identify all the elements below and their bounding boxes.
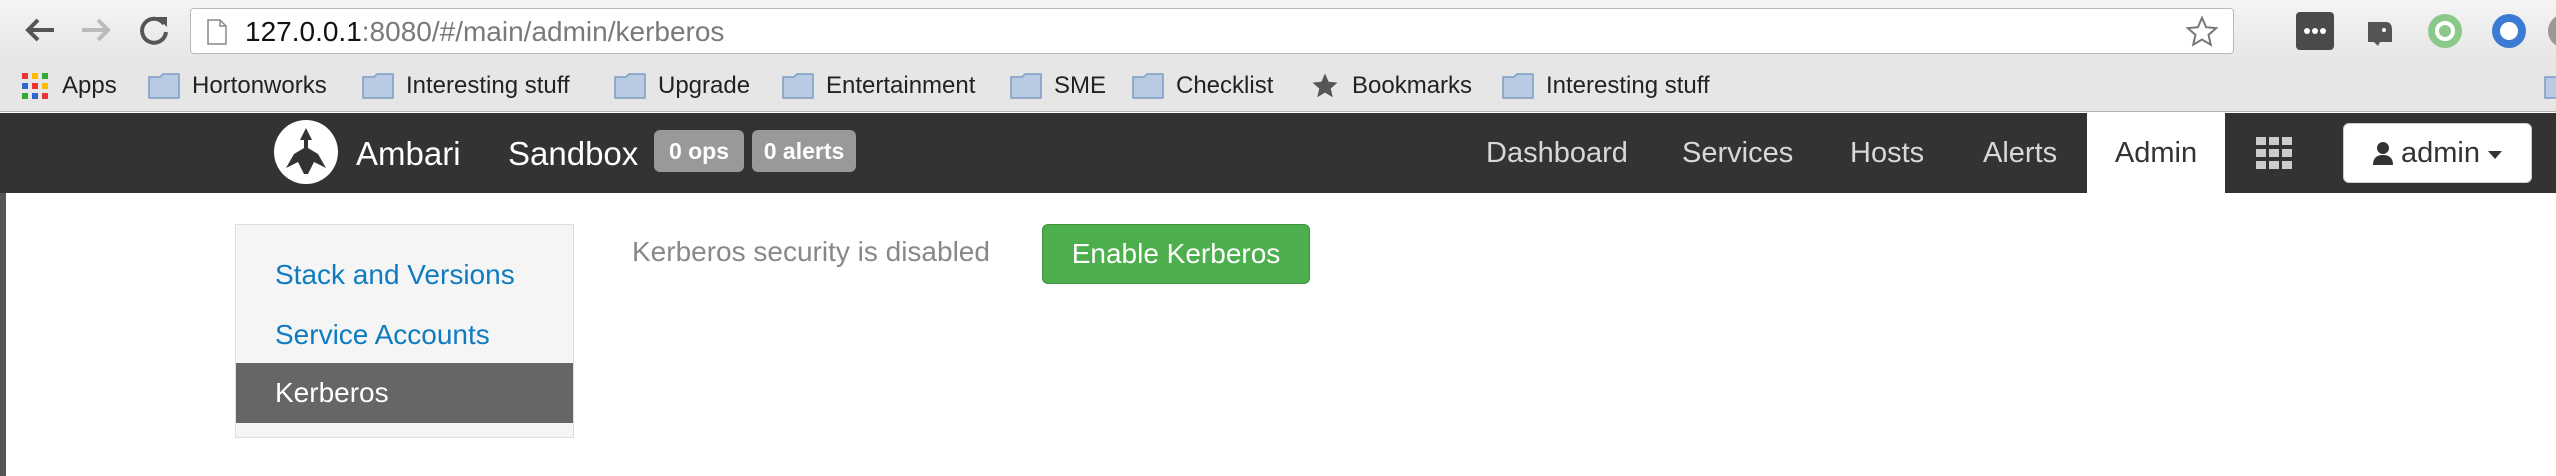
bookmark-apps[interactable]: Apps	[20, 70, 117, 102]
bookmark-hortonworks[interactable]: Hortonworks	[148, 70, 327, 102]
folder-icon	[2544, 73, 2556, 99]
bookmark-sme[interactable]: SME	[1010, 70, 1106, 102]
bookmark-label: Interesting stuff	[406, 72, 570, 99]
ops-badge[interactable]: 0 ops	[654, 130, 744, 172]
bookmark-overflow-folder[interactable]	[2544, 70, 2556, 102]
url-text[interactable]: 127.0.0.1:8080/#/main/admin/kerberos	[245, 17, 724, 47]
bookmark-interesting-stuff[interactable]: Interesting stuff	[362, 70, 570, 102]
kerberos-status-text: Kerberos security is disabled	[632, 236, 990, 267]
sidebar-item-stack-and-versions[interactable]: Stack and Versions	[236, 245, 573, 305]
bookmarks-bar: Apps Hortonworks Interesting stuff Upgra…	[0, 60, 2556, 112]
extension-partial-icon[interactable]	[2546, 12, 2556, 50]
bookmark-label: Upgrade	[658, 72, 751, 99]
evernote-elephant-icon[interactable]	[2360, 12, 2398, 50]
user-name: admin	[2401, 136, 2480, 169]
nav-admin[interactable]: Admin	[2087, 113, 2225, 193]
alerts-badge[interactable]: 0 alerts	[752, 130, 856, 172]
reload-icon	[140, 16, 168, 45]
user-menu-button[interactable]: admin	[2343, 123, 2532, 183]
reload-button[interactable]	[132, 10, 176, 50]
ambari-logo-icon[interactable]	[274, 120, 338, 184]
bookmark-checklist[interactable]: Checklist	[1132, 70, 1273, 102]
nav-services[interactable]: Services	[1682, 137, 1793, 170]
back-arrow-icon	[25, 18, 54, 42]
window-edge	[0, 193, 6, 476]
folder-icon	[148, 73, 180, 99]
bookmark-bookmarks[interactable]: Bookmarks	[1310, 70, 1472, 102]
bookmark-label: Bookmarks	[1352, 72, 1473, 99]
sidebar-item-service-accounts[interactable]: Service Accounts	[236, 305, 573, 365]
chevron-down-icon	[2488, 150, 2502, 159]
user-icon	[2373, 142, 2393, 165]
nav-hosts[interactable]: Hosts	[1850, 137, 1924, 170]
folder-icon	[782, 73, 814, 99]
brand-name[interactable]: Ambari	[356, 135, 461, 173]
folder-icon	[1132, 73, 1164, 99]
bookmark-label: Entertainment	[826, 72, 976, 99]
bookmark-interesting-stuff-2[interactable]: Interesting stuff	[1502, 70, 1710, 102]
bookmark-entertainment[interactable]: Entertainment	[782, 70, 975, 102]
bookmark-label: Interesting stuff	[1546, 72, 1710, 99]
grammarly-icon[interactable]	[2426, 12, 2464, 50]
cluster-name[interactable]: Sandbox	[508, 135, 638, 173]
folder-icon	[1010, 73, 1042, 99]
bookmark-label: Apps	[62, 72, 117, 99]
forward-button[interactable]	[74, 10, 118, 50]
folder-icon	[362, 73, 394, 99]
forward-arrow-icon	[82, 18, 111, 42]
circle-extension-icon[interactable]	[2490, 12, 2528, 50]
bookmark-label: Checklist	[1176, 72, 1274, 99]
app-header: Ambari Sandbox 0 ops 0 alerts Dashboard …	[0, 113, 2556, 193]
enable-kerberos-button[interactable]: Enable Kerberos	[1042, 224, 1310, 284]
sidebar-item-kerberos[interactable]: Kerberos	[236, 363, 573, 423]
views-grid-icon[interactable]	[2254, 133, 2294, 178]
bookmark-upgrade[interactable]: Upgrade	[614, 70, 750, 102]
admin-sidebar: Stack and Versions Service Accounts Kerb…	[235, 224, 574, 438]
folder-icon	[614, 73, 646, 99]
address-bar[interactable]: 127.0.0.1:8080/#/main/admin/kerberos	[190, 8, 2234, 54]
bookmark-label: Hortonworks	[192, 72, 327, 99]
page-icon	[207, 19, 227, 45]
extension-dots-icon[interactable]	[2296, 12, 2334, 50]
bookmark-label: SME	[1054, 72, 1107, 99]
nav-dashboard[interactable]: Dashboard	[1486, 137, 1628, 170]
folder-icon	[1502, 73, 1534, 99]
nav-alerts[interactable]: Alerts	[1983, 137, 2057, 170]
star-icon	[1310, 71, 1340, 101]
back-button[interactable]	[18, 10, 62, 50]
browser-toolbar: 127.0.0.1:8080/#/main/admin/kerberos	[0, 0, 2556, 60]
apps-grid-icon	[20, 71, 50, 101]
bookmark-star-icon[interactable]	[2185, 15, 2219, 49]
